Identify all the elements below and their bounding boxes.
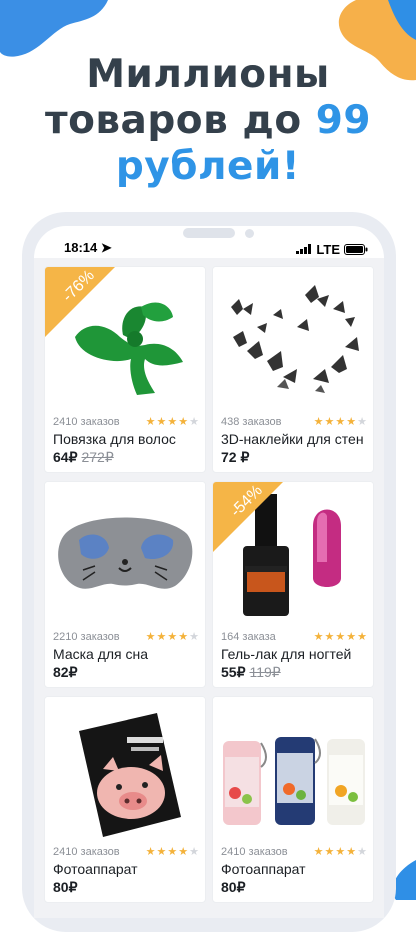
- rating-stars: ★ ★ ★ ★ ★: [313, 630, 367, 643]
- product-title[interactable]: Гель-лак для ногтей: [221, 646, 371, 662]
- star-empty-icon: ★: [357, 415, 367, 428]
- phone-speaker: [183, 228, 235, 238]
- product-card[interactable]: 2410 заказов ★ ★ ★ ★ ★ Фотоаппарат 80₽: [212, 696, 374, 903]
- rating-stars: ★ ★ ★ ★ ★: [145, 630, 199, 643]
- product-card[interactable]: 2410 заказов ★ ★ ★ ★ ★ Фотоаппарат 80₽: [44, 696, 206, 903]
- product-price: 80₽: [53, 879, 77, 896]
- star-icon: ★: [313, 845, 324, 858]
- current-price: 55₽: [221, 664, 246, 680]
- star-empty-icon: ★: [189, 630, 199, 643]
- star-icon: ★: [324, 845, 335, 858]
- current-price: 72 ₽: [221, 449, 250, 465]
- discount-badge: -76%: [45, 267, 115, 337]
- star-icon: ★: [178, 415, 189, 428]
- star-icon: ★: [313, 415, 324, 428]
- product-card[interactable]: -76% 2410 заказов ★ ★ ★ ★ ★ Повязка для воло…: [44, 266, 206, 473]
- card-meta: 2210 заказов ★ ★ ★ ★ ★: [53, 629, 199, 645]
- orders-count: 2210 заказов: [53, 631, 120, 643]
- star-icon: ★: [335, 630, 346, 643]
- signal-icon: [296, 244, 312, 254]
- star-icon: ★: [156, 845, 167, 858]
- product-title[interactable]: 3D-наклейки для стен: [221, 431, 371, 447]
- star-icon: ★: [346, 845, 357, 858]
- headline-line-3: рублей!: [115, 144, 301, 189]
- card-meta: 2410 заказов ★ ★ ★ ★ ★: [53, 414, 199, 430]
- star-icon: ★: [357, 630, 367, 643]
- orders-count: 164 заказа: [221, 631, 276, 643]
- card-meta: 2410 заказов ★ ★ ★ ★ ★: [53, 844, 199, 860]
- current-price: 80₽: [221, 879, 246, 895]
- product-price: 80₽: [221, 879, 245, 896]
- star-icon: ★: [335, 415, 346, 428]
- rating-stars: ★ ★ ★ ★ ★: [313, 415, 367, 428]
- star-icon: ★: [167, 845, 178, 858]
- product-price: 82₽: [53, 664, 77, 681]
- card-meta: 438 заказов ★ ★ ★ ★ ★: [221, 414, 367, 430]
- headline-price-accent: 99: [315, 98, 371, 143]
- product-price: 72 ₽: [221, 449, 249, 466]
- portable-blenders-image: [213, 697, 373, 842]
- rating-stars: ★ ★ ★ ★ ★: [313, 845, 367, 858]
- product-title[interactable]: Повязка для волос: [53, 431, 203, 447]
- star-icon: ★: [145, 630, 156, 643]
- orders-count: 2410 заказов: [221, 846, 288, 858]
- product-title[interactable]: Фотоаппарат: [53, 861, 203, 877]
- product-price: 55₽ 119₽: [221, 664, 281, 681]
- star-empty-icon: ★: [189, 415, 199, 428]
- rating-stars: ★ ★ ★ ★ ★: [145, 845, 199, 858]
- star-empty-icon: ★: [189, 845, 199, 858]
- card-meta: 2410 заказов ★ ★ ★ ★ ★: [221, 844, 367, 860]
- time-text: 18:14: [64, 240, 98, 255]
- product-title[interactable]: Фотоаппарат: [221, 861, 371, 877]
- sleep-mask-image: [45, 482, 205, 627]
- old-price: 119₽: [249, 664, 281, 680]
- product-title[interactable]: Маска для сна: [53, 646, 203, 662]
- card-meta: 164 заказа ★ ★ ★ ★ ★: [221, 629, 367, 645]
- current-price: 82₽: [53, 664, 78, 680]
- star-icon: ★: [178, 845, 189, 858]
- star-icon: ★: [346, 630, 357, 643]
- discount-badge: -54%: [213, 482, 283, 552]
- status-bar-time: 18:14 ➤: [64, 240, 112, 258]
- blue-blob-decoration: [0, 0, 108, 57]
- old-price: 272₽: [81, 449, 114, 465]
- star-icon: ★: [145, 845, 156, 858]
- star-icon: ★: [324, 630, 335, 643]
- product-card[interactable]: 2210 заказов ★ ★ ★ ★ ★ Маска для сна 82₽: [44, 481, 206, 688]
- star-empty-icon: ★: [357, 845, 367, 858]
- star-icon: ★: [145, 415, 156, 428]
- orders-count: 2410 заказов: [53, 416, 120, 428]
- product-price: 64₽ 272₽: [53, 449, 114, 466]
- star-icon: ★: [156, 630, 167, 643]
- butterfly-stickers-image: [213, 267, 373, 412]
- product-card[interactable]: -54% 164 заказа ★ ★ ★ ★ ★ Гель-лак для ногте…: [212, 481, 374, 688]
- network-label: LTE: [316, 241, 340, 257]
- headline-line-2: товаров до 99: [0, 98, 416, 144]
- phone-camera: [245, 229, 254, 238]
- location-arrow-icon: ➤: [100, 240, 112, 255]
- star-icon: ★: [346, 415, 357, 428]
- orders-count: 438 заказов: [221, 416, 282, 428]
- face-mask-pack-image: [45, 697, 205, 842]
- current-price: 64₽: [53, 449, 78, 465]
- promo-headline: Миллионы товаров до 99 рублей!: [0, 52, 416, 190]
- product-card[interactable]: 438 заказов ★ ★ ★ ★ ★ 3D-наклейки для стен 7…: [212, 266, 374, 473]
- star-icon: ★: [313, 630, 324, 643]
- status-bar-right: LTE: [296, 240, 368, 258]
- star-icon: ★: [167, 630, 178, 643]
- star-icon: ★: [156, 415, 167, 428]
- current-price: 80₽: [53, 879, 78, 895]
- star-icon: ★: [324, 415, 335, 428]
- star-icon: ★: [335, 845, 346, 858]
- star-icon: ★: [178, 630, 189, 643]
- battery-icon: [344, 243, 368, 255]
- star-icon: ★: [167, 415, 178, 428]
- headline-line-1: Миллионы: [86, 52, 330, 97]
- headline-line-2-text: товаров до: [44, 98, 316, 143]
- orders-count: 2410 заказов: [53, 846, 120, 858]
- rating-stars: ★ ★ ★ ★ ★: [145, 415, 199, 428]
